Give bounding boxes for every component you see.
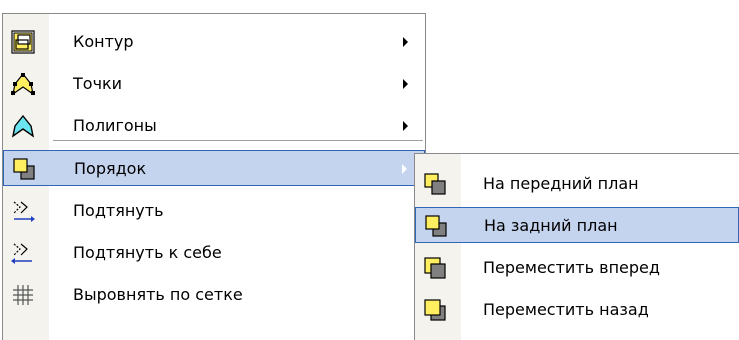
submenu-item-send-backward[interactable]: Переместить назад <box>415 292 739 328</box>
send-to-back-icon <box>424 214 448 238</box>
menu-item-label: Точки <box>73 74 123 93</box>
menu-item-label: Подтянуть <box>73 201 164 220</box>
menu-item-label: Подтянуть к себе <box>73 243 222 262</box>
menu-item-label: Порядок <box>74 159 147 178</box>
context-menu: Контур Точки Полигоны Порядок Подтянуть … <box>2 13 426 340</box>
snap-to-self-icon <box>11 241 35 265</box>
menu-item-snap[interactable]: Подтянуть <box>3 193 425 229</box>
menu-item-points[interactable]: Точки <box>3 66 425 102</box>
bring-forward-icon <box>423 256 447 280</box>
contour-icon <box>11 30 35 54</box>
menu-item-polygons[interactable]: Полигоны <box>3 108 425 144</box>
submenu-item-label: Переместить назад <box>483 300 649 319</box>
menu-separator <box>53 140 423 141</box>
submenu-item-bring-forward[interactable]: Переместить вперед <box>415 250 739 286</box>
menu-item-snap-to-self[interactable]: Подтянуть к себе <box>3 235 425 271</box>
snap-icon <box>11 199 35 223</box>
order-submenu: На передний план На задний план Перемест… <box>414 153 739 340</box>
order-icon <box>12 157 36 181</box>
submenu-arrow-icon <box>402 164 407 174</box>
submenu-item-label: На задний план <box>484 216 618 235</box>
submenu-item-label: На передний план <box>483 174 639 193</box>
bring-to-front-icon <box>423 172 447 196</box>
menu-item-contour[interactable]: Контур <box>3 24 425 60</box>
menu-item-order[interactable]: Порядок <box>3 150 425 186</box>
polygons-icon <box>11 114 35 138</box>
grid-icon <box>11 283 35 307</box>
submenu-item-send-to-back[interactable]: На задний план <box>415 207 739 243</box>
menu-item-label: Полигоны <box>73 116 157 135</box>
menu-item-align-to-grid[interactable]: Выровнять по сетке <box>3 277 425 313</box>
submenu-arrow-icon <box>403 37 408 47</box>
points-icon <box>11 72 35 96</box>
submenu-arrow-icon <box>403 121 408 131</box>
menu-item-label: Выровнять по сетке <box>73 285 243 304</box>
submenu-item-bring-to-front[interactable]: На передний план <box>415 166 739 202</box>
submenu-arrow-icon <box>403 79 408 89</box>
send-backward-icon <box>423 298 447 322</box>
menu-item-label: Контур <box>73 32 134 51</box>
submenu-item-label: Переместить вперед <box>483 258 660 277</box>
